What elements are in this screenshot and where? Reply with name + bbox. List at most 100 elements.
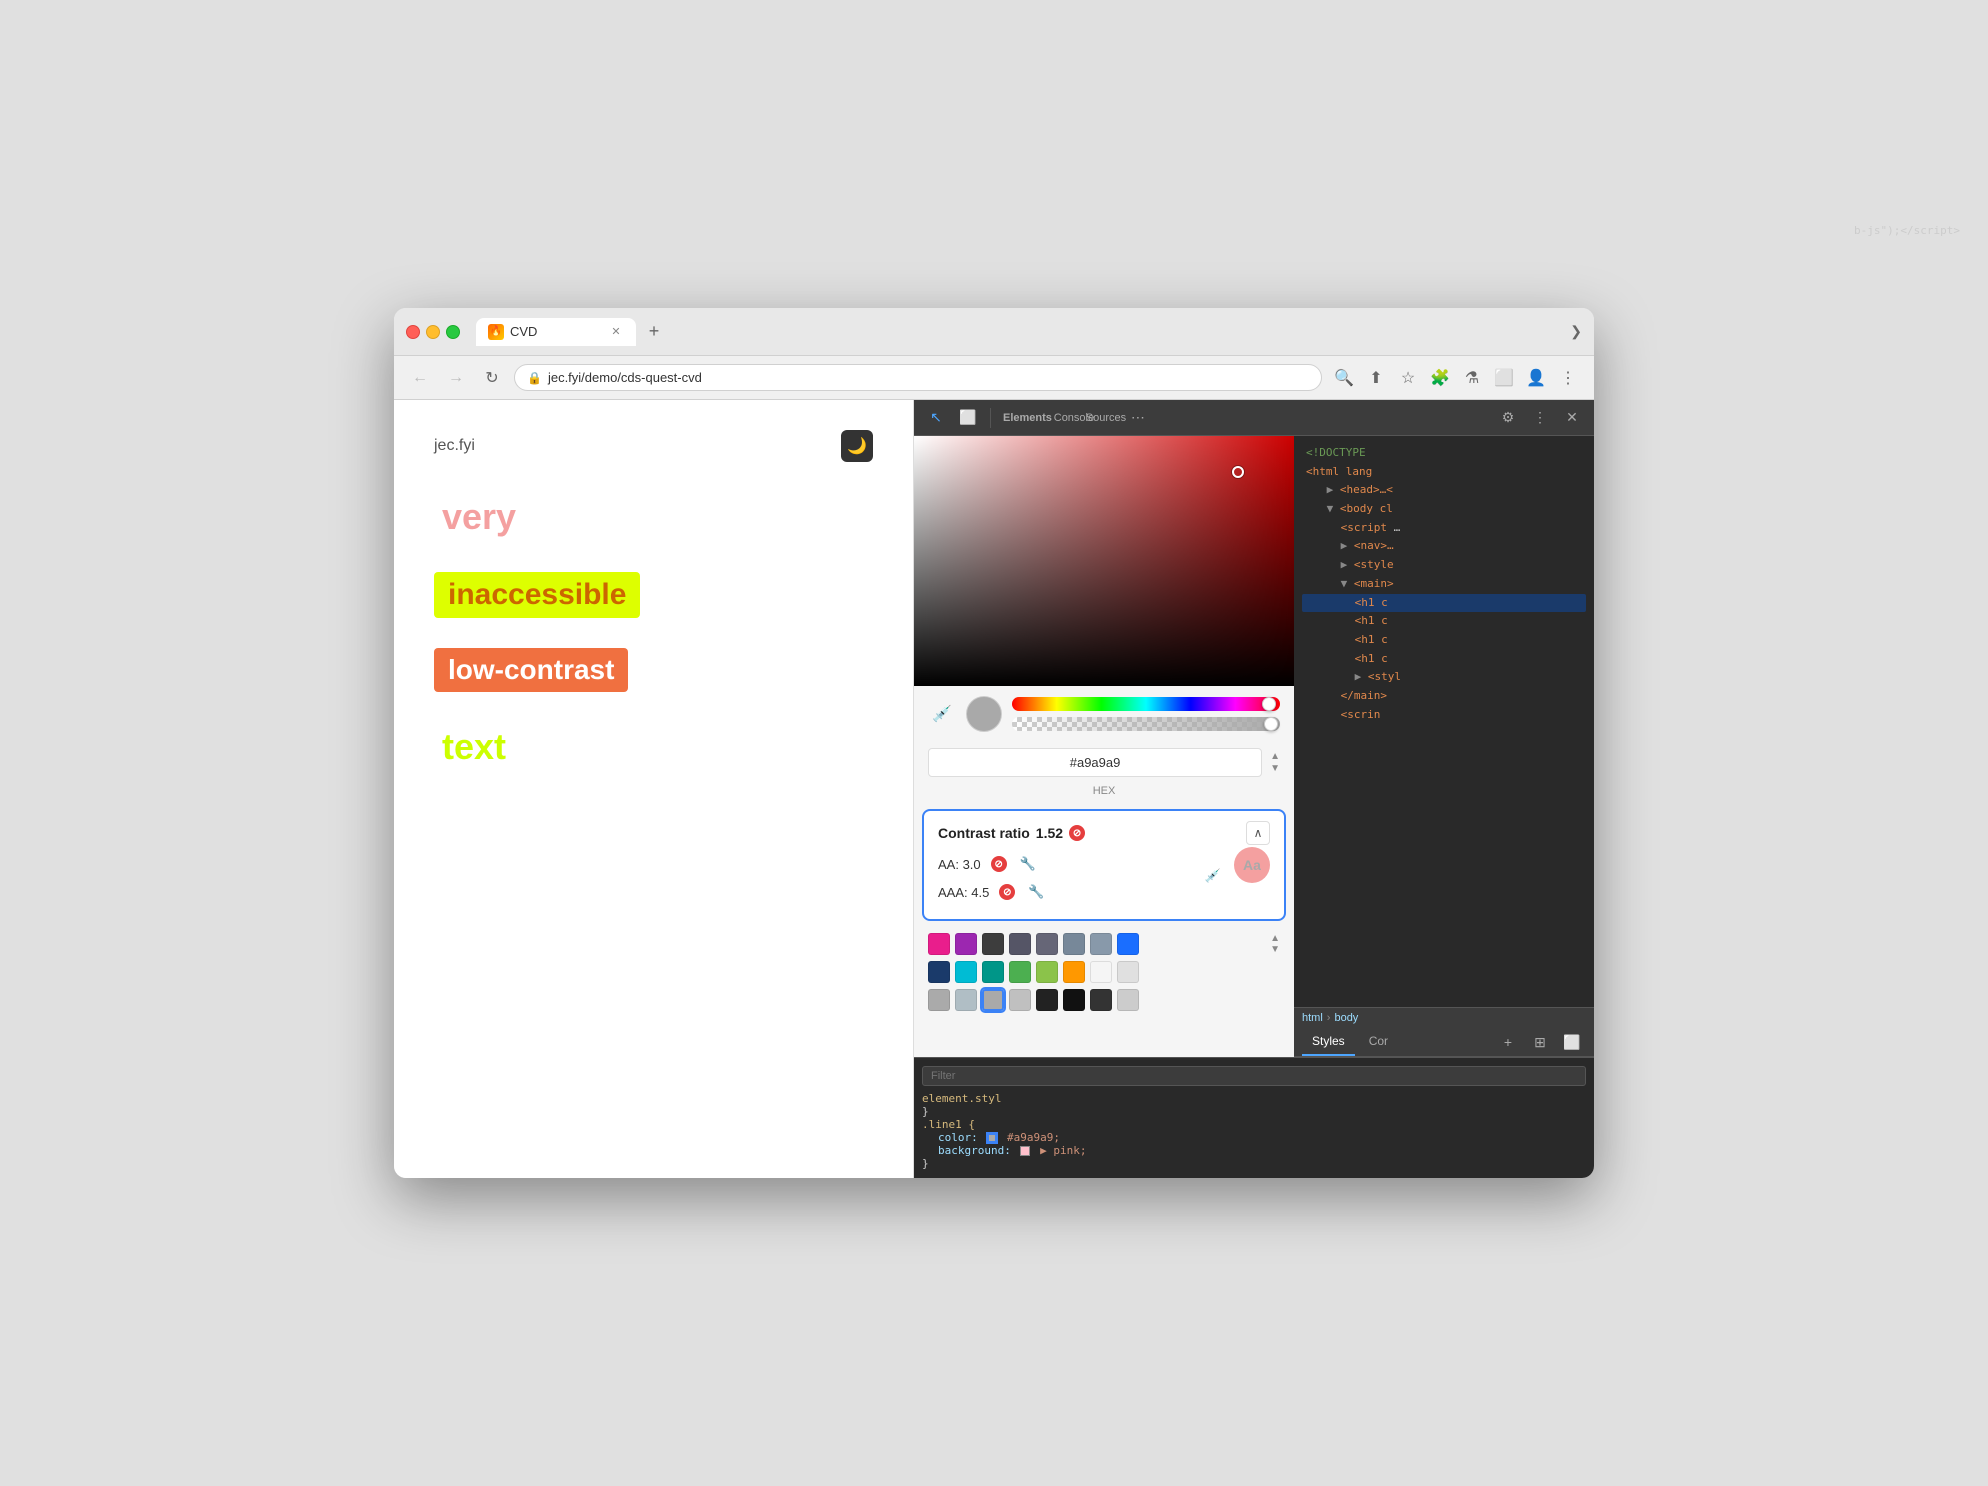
breadcrumb-body[interactable]: body [1334, 1012, 1358, 1024]
swatch[interactable] [955, 989, 977, 1011]
html-line-h1-1[interactable]: <h1 c [1302, 594, 1586, 613]
filter-input[interactable] [922, 1066, 1586, 1086]
new-style-rule-btn[interactable]: ⊞ [1526, 1028, 1554, 1056]
swatch[interactable] [1090, 961, 1112, 983]
swatch[interactable] [1117, 961, 1139, 983]
swatch[interactable] [1117, 989, 1139, 1011]
html-line-head[interactable]: ▶ <head>…< [1302, 481, 1586, 500]
extensions-button[interactable]: 🧩 [1426, 364, 1454, 392]
tab-close-button[interactable]: ✕ [608, 324, 624, 340]
swatch[interactable] [955, 933, 977, 955]
swatch[interactable] [928, 989, 950, 1011]
color-swatch-inline-selected[interactable] [987, 1133, 997, 1143]
alpha-slider-thumb [1264, 717, 1278, 731]
h1-tag-text-4: <h1 c [1355, 652, 1388, 665]
html-line-h1-2[interactable]: <h1 c [1302, 612, 1586, 631]
bookmark-button[interactable]: ☆ [1394, 364, 1422, 392]
html-line-h1-4[interactable]: <h1 c [1302, 650, 1586, 669]
color-hex-input[interactable]: #a9a9a9 [928, 748, 1262, 777]
labs-button[interactable]: ⚗ [1458, 364, 1486, 392]
swatch[interactable] [955, 961, 977, 983]
menu-button[interactable]: ⋮ [1554, 364, 1582, 392]
contrast-eyedropper-button[interactable]: 💉 [1202, 865, 1224, 887]
html-line-main-close[interactable]: </main> [1302, 687, 1586, 706]
swatch-selected[interactable] [982, 989, 1004, 1011]
swatch[interactable] [1009, 933, 1031, 955]
contrast-aaa-fix-button[interactable]: 🔧 [1025, 881, 1047, 903]
toggle-sidebar-btn[interactable]: ⬜ [1558, 1028, 1586, 1056]
html-line-styl[interactable]: ▶ <styl [1302, 668, 1586, 687]
tab-bar: 🔥 CVD ✕ + ❯ [476, 318, 1582, 346]
swatch[interactable] [1117, 933, 1139, 955]
tab-styles[interactable]: Styles [1302, 1028, 1355, 1056]
color-format-arrows[interactable]: ▲ ▼ [1270, 751, 1280, 775]
background-swatch-inline[interactable] [1020, 1146, 1030, 1156]
active-tab[interactable]: 🔥 CVD ✕ [476, 318, 636, 346]
swatch[interactable] [982, 961, 1004, 983]
tab-computed[interactable]: Cor [1359, 1028, 1398, 1056]
console-tab[interactable]: Console [1060, 404, 1088, 432]
swatch[interactable] [1090, 933, 1112, 955]
swatch[interactable] [1090, 989, 1112, 1011]
contrast-aa-fix-button[interactable]: 🔧 [1017, 853, 1039, 875]
swatch[interactable] [1036, 933, 1058, 955]
swatch[interactable] [1009, 989, 1031, 1011]
swatch[interactable] [928, 961, 950, 983]
maximize-button[interactable] [446, 325, 460, 339]
html-line-html[interactable]: <html lang [1302, 463, 1586, 482]
sidebar-button[interactable]: ⬜ [1490, 364, 1518, 392]
device-tool-button[interactable]: ⬜ [954, 404, 982, 432]
address-input[interactable]: 🔒 jec.fyi/demo/cds-quest-cvd [514, 364, 1322, 391]
add-style-btn[interactable]: + [1494, 1028, 1522, 1056]
gear-button[interactable]: ⚙ [1494, 404, 1522, 432]
main-arrow[interactable]: ▼ [1341, 577, 1348, 590]
webpage: jec.fyi 🌙 very inaccessible low-contrast… [394, 400, 914, 1178]
color-gradient[interactable] [914, 436, 1294, 686]
contrast-collapse-button[interactable]: ∧ [1246, 821, 1270, 845]
tab-chevron-icon[interactable]: ❯ [1570, 323, 1582, 340]
eyedropper-button[interactable]: 💉 [928, 700, 956, 728]
html-line-nav[interactable]: ▶ <nav>… [1302, 537, 1586, 556]
devtools-panel: ↖ ⬜ Elements Console Sources ⋯ ⚙ ⋮ ✕ [914, 400, 1594, 1178]
search-button[interactable]: 🔍 [1330, 364, 1358, 392]
more-options-button[interactable]: ⋮ [1526, 404, 1554, 432]
profile-button[interactable]: 👤 [1522, 364, 1550, 392]
close-button[interactable] [406, 325, 420, 339]
html-line-script-bottom[interactable]: <scrin [1302, 706, 1586, 725]
swatch-scroll-arrows[interactable]: ▲▼ [1270, 933, 1280, 955]
html-line-style[interactable]: ▶ <style [1302, 556, 1586, 575]
html-line-doctype[interactable]: <!DOCTYPE [1302, 444, 1586, 463]
back-button[interactable]: ← [406, 364, 434, 392]
body-arrow[interactable]: ▼ [1327, 502, 1334, 515]
swatch[interactable] [982, 933, 1004, 955]
swatch[interactable] [928, 933, 950, 955]
reload-button[interactable]: ↻ [478, 364, 506, 392]
html-line-h1-3[interactable]: <h1 c [1302, 631, 1586, 650]
minimize-button[interactable] [426, 325, 440, 339]
devtools-close-button[interactable]: ✕ [1558, 404, 1586, 432]
swatch[interactable] [1036, 989, 1058, 1011]
sources-tab[interactable]: Sources [1092, 404, 1120, 432]
new-tab-button[interactable]: + [640, 318, 668, 346]
share-button[interactable]: ⬆ [1362, 364, 1390, 392]
dark-mode-button[interactable]: 🌙 [841, 430, 873, 462]
swatch[interactable] [1036, 961, 1058, 983]
nav-arrow[interactable]: ▶ [1341, 539, 1348, 552]
swatch[interactable] [1063, 961, 1085, 983]
style-arrow[interactable]: ▶ [1341, 558, 1348, 571]
more-tools-btn[interactable]: ⋯ [1124, 404, 1152, 432]
swatch[interactable] [1063, 933, 1085, 955]
inspect-tool-button[interactable]: ↖ [922, 404, 950, 432]
swatch[interactable] [1063, 989, 1085, 1011]
styl-arrow[interactable]: ▶ [1355, 670, 1362, 683]
alpha-slider[interactable] [1012, 717, 1280, 731]
head-arrow[interactable]: ▶ [1327, 483, 1334, 496]
html-line-body[interactable]: ▼ <body cl [1302, 500, 1586, 519]
html-line-script[interactable]: <script … [1302, 519, 1586, 538]
color-swatch-circle[interactable] [966, 696, 1002, 732]
forward-button[interactable]: → [442, 364, 470, 392]
breadcrumb-html[interactable]: html [1302, 1012, 1323, 1024]
hue-slider[interactable] [1012, 697, 1280, 711]
swatch[interactable] [1009, 961, 1031, 983]
html-line-main[interactable]: ▼ <main> [1302, 575, 1586, 594]
